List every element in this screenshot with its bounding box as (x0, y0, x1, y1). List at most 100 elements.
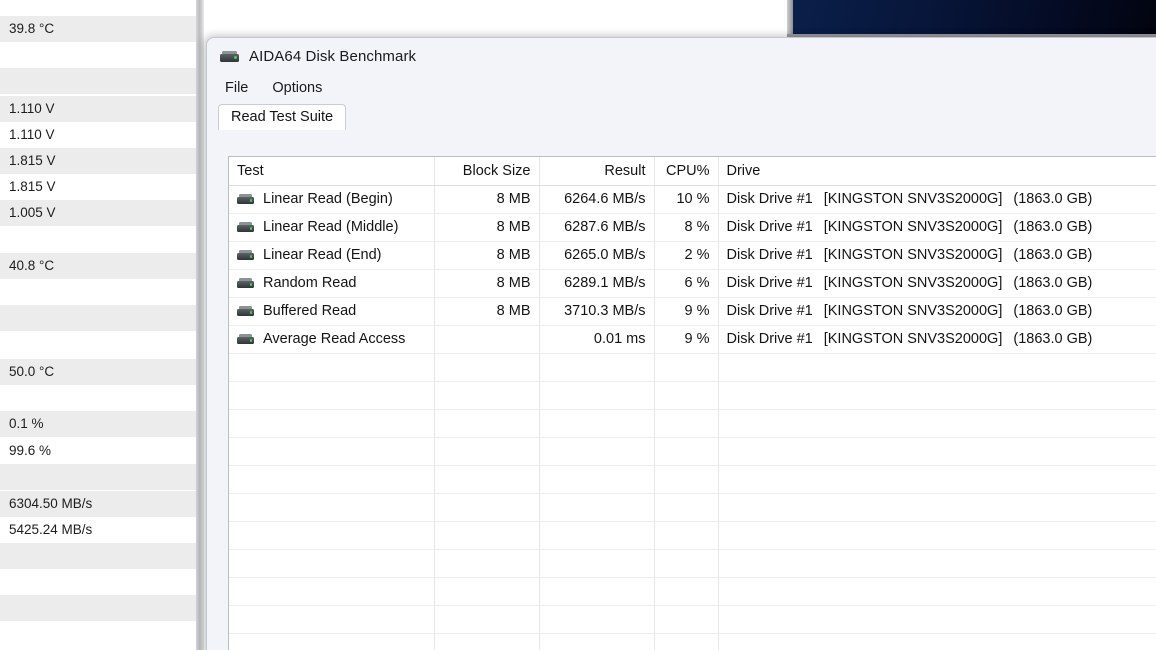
cell-result: 3710.3 MB/s (539, 297, 655, 326)
sensor-row (0, 42, 196, 68)
cell-drive: Disk Drive #1 [KINGSTON SNV3S2000G] (1863.… (718, 269, 1156, 298)
cell-empty (539, 633, 655, 650)
cell-empty (539, 577, 655, 606)
cell-empty (718, 521, 1156, 550)
cell-empty (434, 633, 540, 650)
drive-name: Disk Drive #1 (726, 219, 813, 235)
window-title: AIDA64 Disk Benchmark (249, 47, 417, 65)
table-row[interactable]: Average Read Access 0.01 ms 9 % Disk Drive … (229, 325, 1156, 354)
disk-drive-icon (237, 250, 254, 260)
cell-result: 0.01 ms (539, 325, 655, 354)
table-row[interactable]: Linear Read (End) 8 MB 6265.0 MB/s 2 % Disk … (229, 241, 1156, 270)
cell-test: Linear Read (Begin) (229, 185, 435, 214)
cell-cpu: 10 % (654, 185, 719, 214)
column-header-drive[interactable]: Drive (718, 157, 1156, 186)
cell-drive: Disk Drive #1 [KINGSTON SNV3S2000G] (1863.… (718, 325, 1156, 354)
table-header: Test Block Size Result CPU% Drive (229, 157, 1156, 186)
drive-capacity: (1863.0 GB) (1013, 303, 1093, 319)
sensor-row: 6304.50 MB/s (0, 491, 196, 517)
window-titlebar[interactable]: AIDA64 Disk Benchmark (207, 38, 1156, 74)
sensor-row (0, 279, 196, 305)
column-header-cpu[interactable]: CPU% (654, 157, 719, 186)
cell-empty (229, 549, 435, 578)
cell-empty (229, 577, 435, 606)
table-row-empty[interactable] (229, 381, 1156, 410)
test-name: Average Read Access (263, 331, 406, 347)
cell-empty (654, 437, 719, 466)
column-header-test[interactable]: Test (229, 157, 435, 186)
test-name: Random Read (263, 275, 357, 291)
sensor-row: 1.005 V (0, 200, 196, 226)
sensor-row: 1.815 V (0, 174, 196, 200)
cell-result: 6265.0 MB/s (539, 241, 655, 270)
table-row-empty[interactable] (229, 577, 1156, 606)
column-header-result[interactable]: Result (539, 157, 655, 186)
cell-drive: Disk Drive #1 [KINGSTON SNV3S2000G] (1863.… (718, 297, 1156, 326)
cell-empty (229, 465, 435, 494)
cell-test: Linear Read (Middle) (229, 213, 435, 242)
table-body: Linear Read (Begin) 8 MB 6264.6 MB/s 10 % Di… (229, 185, 1156, 650)
cell-empty (718, 493, 1156, 522)
aida64-disk-benchmark-window: AIDA64 Disk Benchmark File Options Read … (206, 37, 1156, 650)
table-row-empty[interactable] (229, 437, 1156, 466)
cell-empty (718, 465, 1156, 494)
cell-test: Random Read (229, 269, 435, 298)
test-name: Linear Read (Middle) (263, 219, 399, 235)
sensor-row: 40.8 °C (0, 253, 196, 279)
table-row[interactable]: Random Read 8 MB 6289.1 MB/s 6 % Disk Drive … (229, 269, 1156, 298)
sensor-row (0, 385, 196, 411)
disk-drive-icon (237, 278, 254, 288)
menu-item-options[interactable]: Options (268, 78, 326, 98)
cell-empty (718, 577, 1156, 606)
table-row-empty[interactable] (229, 521, 1156, 550)
table-row-empty[interactable] (229, 549, 1156, 578)
cell-result: 6264.6 MB/s (539, 185, 655, 214)
cell-empty (539, 521, 655, 550)
cell-cpu: 9 % (654, 325, 719, 354)
cell-empty (539, 605, 655, 634)
benchmark-results-table: Test Block Size Result CPU% Drive Linear… (229, 157, 1156, 650)
column-header-block-size[interactable]: Block Size (434, 157, 540, 186)
drive-capacity: (1863.0 GB) (1013, 191, 1093, 207)
cell-empty (654, 633, 719, 650)
cell-empty (434, 549, 540, 578)
drive-name: Disk Drive #1 (726, 331, 813, 347)
cell-block-size: 8 MB (434, 269, 540, 298)
cell-cpu: 6 % (654, 269, 719, 298)
cell-empty (434, 437, 540, 466)
table-row-empty[interactable] (229, 493, 1156, 522)
sensor-row (0, 464, 196, 490)
drive-capacity: (1863.0 GB) (1013, 275, 1093, 291)
cell-empty (229, 493, 435, 522)
tab-read-test-suite[interactable]: Read Test Suite (218, 104, 347, 130)
menu-item-file[interactable]: File (221, 78, 252, 98)
cell-empty (434, 409, 540, 438)
cell-empty (654, 465, 719, 494)
drive-name: Disk Drive #1 (726, 247, 813, 263)
table-row-empty[interactable] (229, 409, 1156, 438)
tab-strip: Read Test Suite (207, 101, 1156, 130)
sensor-row: 50.0 °C (0, 359, 196, 385)
disk-drive-icon (237, 334, 254, 344)
disk-drive-icon (237, 222, 254, 232)
cell-empty (654, 353, 719, 382)
table-row-empty[interactable] (229, 605, 1156, 634)
benchmark-results-panel[interactable]: Test Block Size Result CPU% Drive Linear… (228, 156, 1156, 650)
cell-empty (229, 437, 435, 466)
drive-name: Disk Drive #1 (726, 191, 813, 207)
cell-block-size (434, 325, 540, 354)
cell-empty (539, 437, 655, 466)
table-row-empty[interactable] (229, 353, 1156, 382)
cell-empty (434, 605, 540, 634)
table-row[interactable]: Linear Read (Begin) 8 MB 6264.6 MB/s 10 % Di… (229, 185, 1156, 214)
table-row-empty[interactable] (229, 465, 1156, 494)
cell-empty (539, 465, 655, 494)
table-row[interactable]: Buffered Read 8 MB 3710.3 MB/s 9 % Disk Driv… (229, 297, 1156, 326)
cell-empty (718, 549, 1156, 578)
test-name: Linear Read (Begin) (263, 191, 393, 207)
table-row-empty[interactable] (229, 633, 1156, 650)
cell-empty (229, 409, 435, 438)
table-row[interactable]: Linear Read (Middle) 8 MB 6287.6 MB/s 8 % Di… (229, 213, 1156, 242)
cell-empty (434, 521, 540, 550)
cell-block-size: 8 MB (434, 185, 540, 214)
